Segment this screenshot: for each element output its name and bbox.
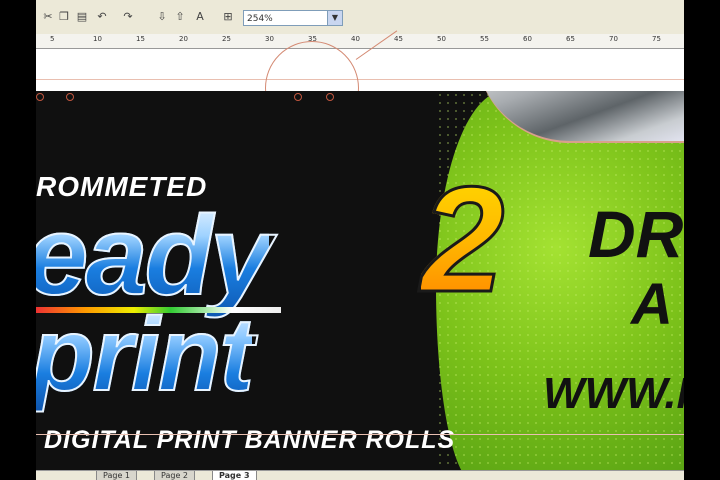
horizontal-ruler[interactable]: 5 10 15 20 25 30 35 40 45 50 55 60 65 70… — [36, 34, 684, 49]
editor-window: ✂ ❐ ▤ ↶ ↷ ⇩ ⇧ A ⊞ 254% ▼ 5 10 15 20 25 3… — [36, 0, 684, 480]
right-heading-line2: A — [631, 272, 673, 337]
undo-icon[interactable]: ↶ — [94, 9, 110, 25]
ruler-tick-label: 15 — [136, 35, 145, 43]
ruler-tick-label: 70 — [609, 35, 618, 43]
number-two-text: 2 — [419, 153, 505, 326]
print-icon[interactable]: A — [192, 9, 208, 25]
ruler-tick-label: 20 — [179, 35, 188, 43]
import-icon[interactable]: ⇩ — [154, 9, 170, 25]
export-icon[interactable]: ⇧ — [172, 9, 188, 25]
ruler-tick-label: 10 — [93, 35, 102, 43]
zoom-icon[interactable]: ⊞ — [220, 9, 236, 25]
ruler-tick-label: 5 — [50, 35, 55, 43]
website-text: WWW.N — [543, 369, 684, 418]
tagline-text: DIGITAL PRINT BANNER ROLLS — [44, 426, 456, 454]
zoom-value: 254% — [247, 14, 273, 24]
ruler-tick-label: 30 — [265, 35, 274, 43]
grommet-marker — [326, 93, 334, 101]
scissors-icon[interactable]: ✂ — [40, 9, 56, 25]
drawing-canvas[interactable]: ROMMETED eady 2 print DIGITAL PRINT BANN… — [36, 30, 684, 480]
ruler-tick-label: 45 — [394, 35, 403, 43]
chevron-down-icon[interactable]: ▼ — [327, 11, 342, 25]
copy-icon[interactable]: ❐ — [56, 9, 72, 25]
ruler-tick-label: 55 — [480, 35, 489, 43]
grommet-marker — [66, 93, 74, 101]
grommet-marker — [36, 93, 44, 101]
ruler-tick-label: 65 — [566, 35, 575, 43]
right-heading-line1: DR — [588, 197, 684, 271]
ruler-tick-label: 40 — [351, 35, 360, 43]
ruler-tick-label: 50 — [437, 35, 446, 43]
page-tab-2[interactable]: Page 2 — [154, 471, 195, 480]
redo-icon[interactable]: ↷ — [120, 9, 136, 25]
print-text: print — [36, 296, 255, 415]
page-tab-1[interactable]: Page 1 — [96, 471, 137, 480]
zoom-level-select[interactable]: 254% ▼ — [243, 10, 343, 26]
guideline[interactable] — [36, 79, 684, 80]
grommet-marker — [294, 93, 302, 101]
standard-toolbar: ✂ ❐ ▤ ↶ ↷ ⇩ ⇧ A ⊞ 254% ▼ — [36, 0, 684, 35]
ruler-tick-label: 25 — [222, 35, 231, 43]
banner-artwork[interactable]: ROMMETED eady 2 print DIGITAL PRINT BANN… — [36, 91, 684, 480]
page-tab-3[interactable]: Page 3 — [212, 471, 257, 480]
paste-icon[interactable]: ▤ — [74, 9, 90, 25]
page-tab-bar: Page 1 Page 2 Page 3 — [36, 470, 684, 480]
ruler-tick-label: 75 — [652, 35, 661, 43]
ruler-tick-label: 60 — [523, 35, 532, 43]
guideline[interactable] — [36, 434, 684, 435]
